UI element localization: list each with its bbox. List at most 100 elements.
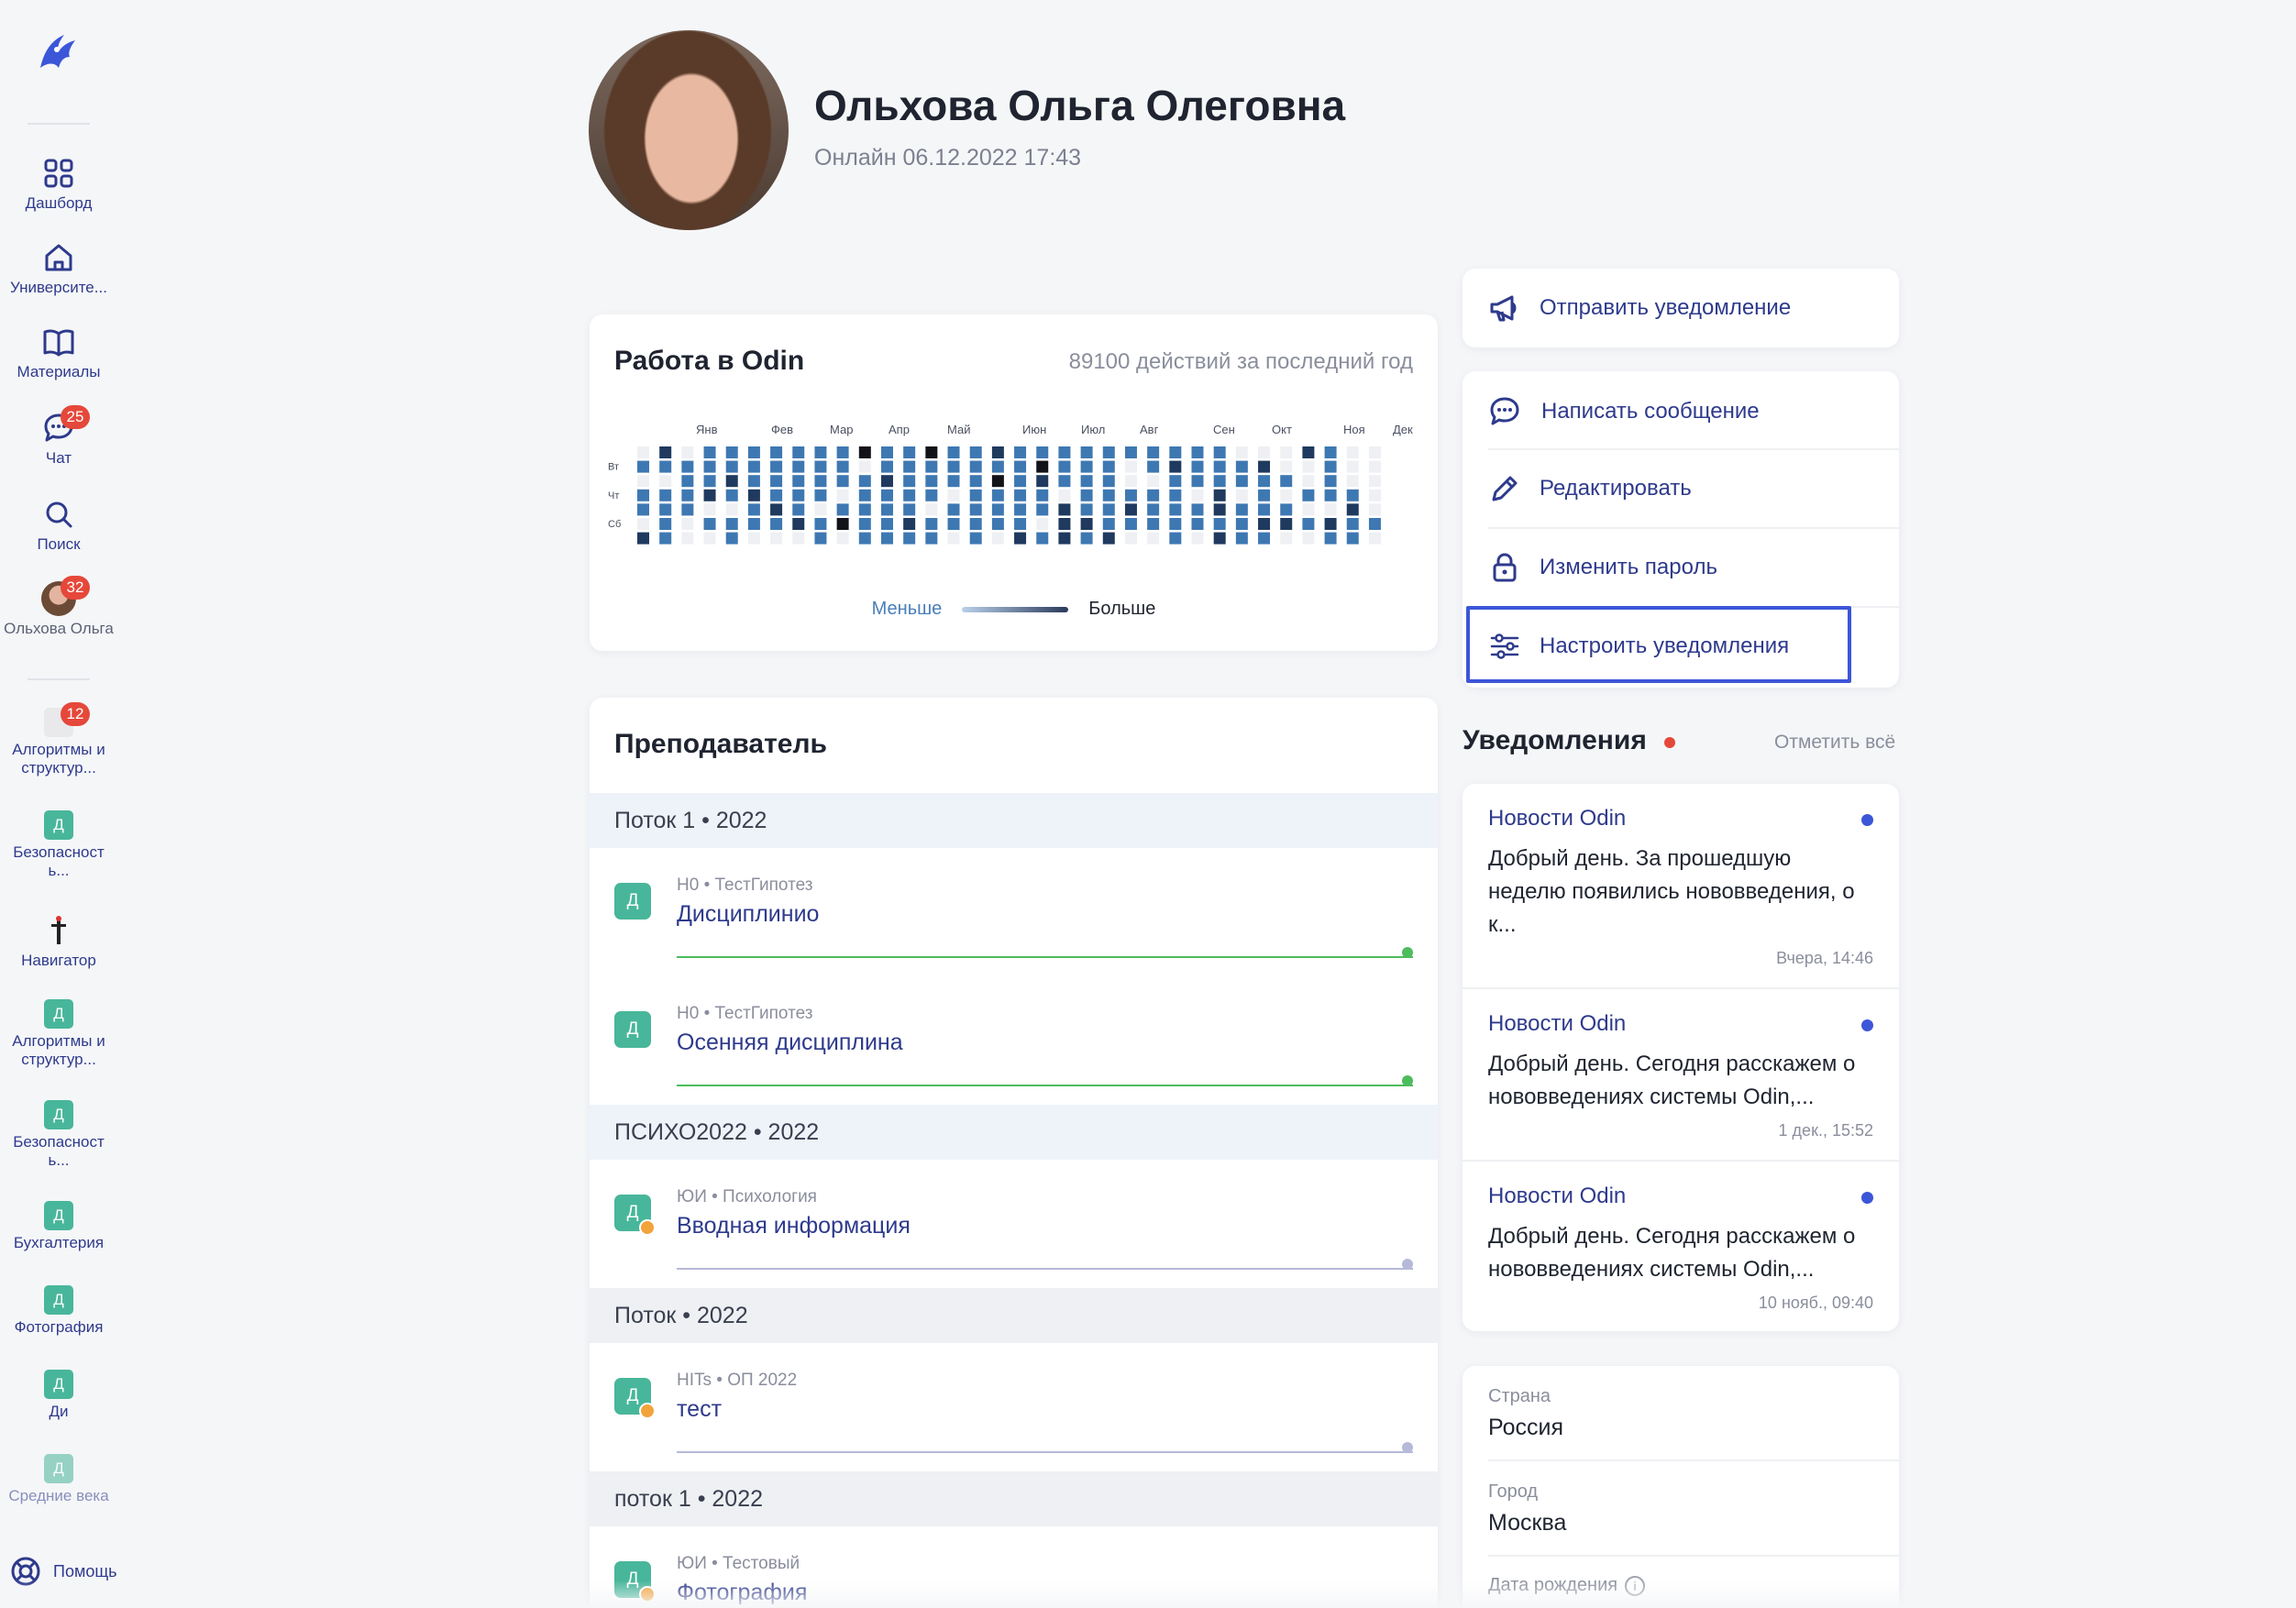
heatmap-cell <box>1080 446 1093 458</box>
heatmap-cell <box>1080 489 1093 501</box>
heatmap-cell <box>903 518 916 530</box>
heatmap-cell <box>703 446 716 458</box>
heatmap-cell <box>770 446 783 458</box>
notification-item[interactable]: Новости Odin Добрый день. Сегодня расска… <box>1463 989 1899 1160</box>
heatmap-cell <box>725 475 738 488</box>
heatmap-cell <box>814 475 827 488</box>
heatmap-cell <box>880 532 893 545</box>
sidebar-item-dashboard[interactable]: Дашборд <box>0 156 117 213</box>
heatmap-cell <box>836 460 849 473</box>
heatmap-cell <box>969 518 982 530</box>
sidebar-course[interactable]: Д Фотография <box>0 1285 117 1337</box>
heatmap-cell <box>947 475 960 488</box>
course-progress-line <box>677 1451 1413 1453</box>
heatmap-cell <box>814 489 827 501</box>
sidebar-course[interactable]: Д Средние века <box>0 1454 117 1518</box>
heatmap-cell <box>836 532 849 545</box>
help-button[interactable]: Помощь <box>9 1555 117 1588</box>
sidebar-item-chat[interactable]: 25 Чат <box>0 405 117 468</box>
heatmap-cell <box>1014 503 1027 516</box>
course-row[interactable]: Д ЮИ • Психология Вводная информация <box>590 1160 1438 1288</box>
sidebar-course[interactable]: Д Алгоритмы и структур... <box>0 999 117 1069</box>
heatmap-cell <box>1235 460 1248 473</box>
write-message-button[interactable]: Написать сообщение <box>1463 373 1899 450</box>
heatmap-cell <box>1102 489 1115 501</box>
send-notification-button[interactable]: Отправить уведомление <box>1463 270 1899 347</box>
sidebar-course[interactable]: 12 Алгоритмы и структур... <box>0 702 117 777</box>
course-row[interactable]: Д HITs • ОП 2022 тест <box>590 1343 1438 1471</box>
sidebar-course-label: Алгоритмы и структур... <box>12 741 105 776</box>
sidebar-item-profile[interactable]: 32 Ольхова Ольга <box>0 576 117 638</box>
heatmap-cell <box>1258 489 1271 501</box>
info-help-icon[interactable]: i <box>1625 1575 1646 1596</box>
activity-stat: 89100 действий за последний год <box>1068 349 1413 374</box>
heatmap-cell <box>770 460 783 473</box>
change-password-label: Изменить пароль <box>1540 555 1717 579</box>
edit-button[interactable]: Редактировать <box>1463 450 1899 527</box>
course-letter: Д <box>44 999 73 1029</box>
course-letter: Д <box>614 1195 656 1236</box>
sidebar: Дашборд Университе... Материалы 25 Чат П… <box>0 0 117 1608</box>
sidebar-item-materials[interactable]: Материалы <box>0 325 117 381</box>
profile-actions-card: Написать сообщение Редактировать Изменит… <box>1463 371 1899 688</box>
send-notification-card: Отправить уведомление <box>1463 269 1899 347</box>
heatmap-cell <box>1368 475 1381 488</box>
heatmap-cell <box>770 532 783 545</box>
heatmap-cell <box>1080 475 1093 488</box>
heatmap-cell <box>1191 446 1204 458</box>
heatmap-cell <box>1080 460 1093 473</box>
profile-info-card: Страна Россия Город Москва Дата рождения… <box>1463 1366 1899 1608</box>
heatmap-cell <box>858 503 871 516</box>
heatmap-cell <box>991 503 1004 516</box>
heatmap-cell <box>1346 503 1359 516</box>
course-row[interactable]: Д Н0 • ТестГипотез Дисциплинио <box>590 848 1438 976</box>
odin-logo-icon[interactable] <box>31 24 86 79</box>
sidebar-course[interactable]: Д Безопасност ь... <box>0 1100 117 1170</box>
heatmap-cell <box>1124 503 1137 516</box>
heatmap-cell <box>991 489 1004 501</box>
heatmap-cell <box>947 489 960 501</box>
sidebar-course[interactable]: Д Бухгалтерия <box>0 1201 117 1252</box>
heatmap-cell <box>903 489 916 501</box>
heatmap-cell <box>836 503 849 516</box>
sidebar-item-label: Ольхова Ольга <box>4 620 114 637</box>
group-header: Поток • 2022 <box>590 1288 1438 1343</box>
course-row[interactable]: Д Н0 • ТестГипотез Осенняя дисциплина <box>590 976 1438 1105</box>
heatmap-cell <box>836 475 849 488</box>
notification-item[interactable]: Новости Odin Добрый день. За прошедшую н… <box>1463 784 1899 987</box>
notification-item[interactable]: Новости Odin Добрый день. Сегодня расска… <box>1463 1162 1899 1331</box>
heatmap-cell <box>858 532 871 545</box>
configure-notifications-button[interactable]: Настроить уведомления <box>1463 608 1899 685</box>
heatmap-cell <box>1368 518 1381 530</box>
heatmap-cell <box>1346 518 1359 530</box>
heatmap-cell <box>969 503 982 516</box>
heatmap-cell <box>637 489 649 501</box>
sidebar-course[interactable]: Навигатор <box>0 913 117 970</box>
course-letter: Д <box>614 883 651 920</box>
heatmap-cell <box>681 503 694 516</box>
heatmap-cell <box>1014 518 1027 530</box>
sidebar-course[interactable]: Д Ди <box>0 1370 117 1421</box>
legend-more: Больше <box>1088 599 1156 619</box>
profile-name: Ольхова Ольга Олеговна <box>814 82 1346 129</box>
course-row[interactable]: Д ЮИ • Тестовый Фотография <box>590 1526 1438 1608</box>
heatmap-cell <box>880 503 893 516</box>
heatmap-cell <box>1213 503 1226 516</box>
navigator-image <box>51 916 66 944</box>
heatmap-cell <box>1147 475 1160 488</box>
sidebar-item-label: Поиск <box>37 535 81 553</box>
edit-label: Редактировать <box>1540 476 1692 501</box>
heatmap-cell <box>681 475 694 488</box>
mark-all-read-button[interactable]: Отметить всё <box>1774 732 1895 754</box>
heatmap-cell <box>1324 489 1337 501</box>
heatmap-cell <box>1324 460 1337 473</box>
heatmap-cell <box>1147 532 1160 545</box>
sidebar-item-label: Университе... <box>10 279 107 296</box>
sidebar-item-search[interactable]: Поиск <box>0 497 117 554</box>
sidebar-item-university[interactable]: Университе... <box>0 240 117 297</box>
heatmap-cell <box>925 475 938 488</box>
sidebar-course[interactable]: Д Безопасност ь... <box>0 810 117 880</box>
heatmap-cell <box>925 489 938 501</box>
change-password-button[interactable]: Изменить пароль <box>1463 529 1899 606</box>
activity-card: Работа в Odin 89100 действий за последни… <box>590 314 1438 651</box>
